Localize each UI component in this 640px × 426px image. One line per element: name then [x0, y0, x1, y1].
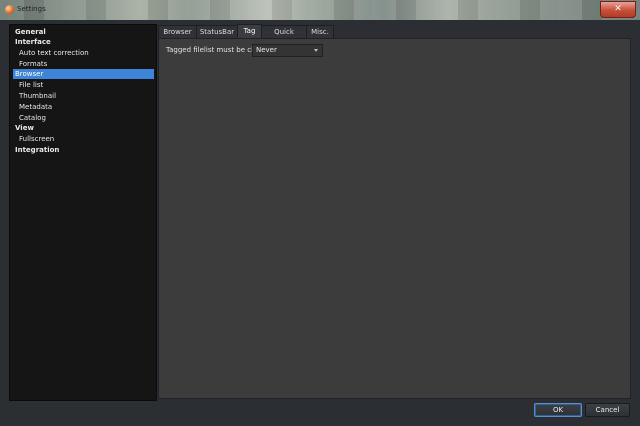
tab-quick-search[interactable]: Quick search — [261, 25, 307, 48]
tab-bar: Browser StatusBar Tag Quick search Misc. — [158, 24, 631, 48]
close-icon: ✕ — [614, 4, 622, 14]
tree-item-formats[interactable]: Formats — [13, 59, 47, 69]
tree-item-view[interactable]: View — [13, 123, 34, 133]
chevron-down-icon — [314, 49, 318, 52]
dropdown-value: Never — [256, 46, 277, 54]
tree-item-integration[interactable]: Integration — [13, 145, 59, 155]
tree-item-metadata[interactable]: Metadata — [13, 102, 52, 112]
title-bar-backdrop — [0, 0, 640, 20]
tree-item-auto-text-correction[interactable]: Auto text correction — [13, 48, 89, 58]
tag-settings-panel: Tagged filelist must be cleared Never — [158, 38, 631, 399]
ok-button[interactable]: OK — [534, 403, 582, 417]
tree-item-catalog[interactable]: Catalog — [13, 113, 46, 123]
tree-item-fullscreen[interactable]: Fullscreen — [13, 134, 54, 144]
settings-content: Browser StatusBar Tag Quick search Misc.… — [158, 24, 631, 399]
tree-item-interface[interactable]: Interface — [13, 37, 51, 47]
tree-item-general[interactable]: General — [13, 27, 46, 37]
tagged-filelist-clear-dropdown[interactable]: Never — [252, 44, 323, 57]
close-button[interactable]: ✕ — [600, 1, 636, 18]
title-bar: Settings ✕ — [0, 0, 640, 20]
tree-item-thumbnail[interactable]: Thumbnail — [13, 91, 56, 101]
tab-tag[interactable]: Tag — [237, 24, 262, 39]
cancel-button[interactable]: Cancel — [585, 403, 630, 417]
tab-misc[interactable]: Misc. — [306, 25, 334, 38]
settings-tree[interactable]: General Interface Auto text correction F… — [9, 24, 157, 401]
tab-statusbar[interactable]: StatusBar — [196, 25, 238, 38]
window-title: Settings — [17, 5, 46, 13]
tree-item-file-list[interactable]: File list — [13, 80, 43, 90]
tab-browser[interactable]: Browser — [158, 25, 197, 38]
tree-item-browser[interactable]: Browser — [13, 69, 154, 79]
app-icon — [5, 5, 14, 14]
